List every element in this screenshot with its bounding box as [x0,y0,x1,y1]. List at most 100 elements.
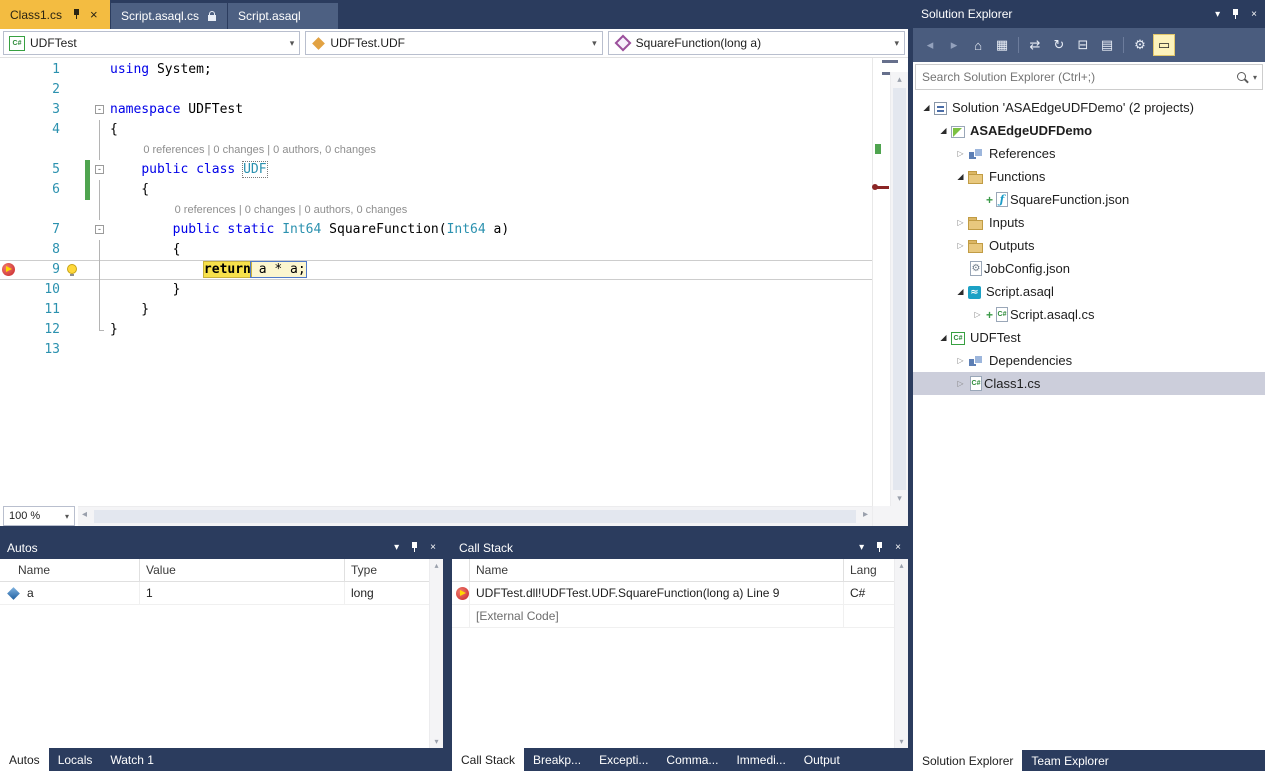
breakpoint-margin[interactable] [0,60,18,80]
tab-call-stack[interactable]: Call Stack [452,748,524,771]
tree-item-script-asaql-cs[interactable]: ▷+C#Script.asaql.cs [913,303,1265,326]
code-line[interactable]: 13 [0,340,872,360]
sync-with-active-document-icon[interactable]: ⇄ [1024,34,1046,56]
document-tab-script-asaql-cs[interactable]: Script.asaql.cs [111,3,227,29]
cell-value[interactable]: 1 [140,582,345,604]
tree-item-inputs[interactable]: ▷Inputs [913,211,1265,234]
type-dropdown[interactable]: UDFTest.UDF ▾ [305,31,602,55]
expanded-arrow-icon[interactable]: ◢ [936,126,951,135]
outline-margin[interactable] [92,180,108,200]
outline-margin[interactable] [92,260,108,280]
search-input[interactable] [916,70,1236,84]
breakpoint-margin[interactable] [0,80,18,100]
properties-icon[interactable]: ⚙ [1129,34,1151,56]
codelens-row[interactable]: 0 references | 0 changes | 0 authors, 0 … [0,200,872,220]
tab-output[interactable]: Output [795,748,849,771]
scrollbar-thumb[interactable] [94,510,856,523]
code-line[interactable]: 9 return a * a; [0,260,872,280]
outline-margin[interactable] [92,60,108,80]
tab-solution-explorer[interactable]: Solution Explorer [913,750,1022,771]
search-box[interactable]: ▾ [915,64,1263,90]
breakpoint-margin[interactable] [0,300,18,320]
tab-breakp-[interactable]: Breakp... [524,748,590,771]
close-icon[interactable]: × [1251,9,1257,20]
chevron-down-icon[interactable]: ▾ [286,38,295,49]
pin-icon[interactable] [875,542,884,553]
scroll-up-arrow[interactable]: ▴ [891,74,908,85]
code-line[interactable]: 7- public static Int64 SquareFunction(In… [0,220,872,240]
column-header-name[interactable]: Name [470,559,844,581]
show-all-files-icon[interactable]: ▤ [1096,34,1118,56]
scroll-right-arrow[interactable]: ▸ [863,509,868,520]
breakpoint-margin[interactable] [0,220,18,240]
breakpoint-margin[interactable] [0,340,18,360]
scroll-down-arrow[interactable]: ▾ [895,737,908,746]
tree-item-squarefunction-json[interactable]: +ƒSquareFunction.json [913,188,1265,211]
breakpoint-margin[interactable] [0,100,18,120]
outline-margin[interactable] [92,140,108,160]
outline-margin[interactable] [92,300,108,320]
refresh-icon[interactable]: ↻ [1048,34,1070,56]
tab-comma-[interactable]: Comma... [657,748,727,771]
column-header-name[interactable]: Name [0,559,140,581]
breakpoint-margin[interactable] [0,140,18,160]
search-icon[interactable] [1236,71,1249,84]
tree-item-functions[interactable]: ◢Functions [913,165,1265,188]
collapse-all-icon[interactable]: ⊟ [1072,34,1094,56]
callstack-frame[interactable]: UDFTest.dll!UDFTest.UDF.SquareFunction(l… [452,582,908,605]
pin-icon[interactable] [1231,9,1240,20]
tree-item-references[interactable]: ▷References [913,142,1265,165]
breakpoint-margin[interactable] [0,180,18,200]
scroll-up-arrow[interactable]: ▴ [895,561,908,570]
code-line[interactable]: 11 } [0,300,872,320]
code-line[interactable]: 10 } [0,280,872,300]
collapse-box-icon[interactable]: - [95,165,104,174]
collapsed-arrow-icon[interactable]: ▷ [953,149,968,158]
pin-icon[interactable] [410,542,419,553]
outline-margin[interactable] [92,120,108,140]
code-line[interactable]: 12} [0,320,872,340]
outline-margin[interactable] [92,80,108,100]
tree-item-solution-asaedgeudfdemo-2-projects-[interactable]: ◢Solution 'ASAEdgeUDFDemo' (2 projects) [913,96,1265,119]
code-lines[interactable]: 1using System;23-namespace UDFTest4{ 0 re… [0,58,872,506]
code-line[interactable]: 3-namespace UDFTest [0,100,872,120]
code-line[interactable]: 2 [0,80,872,100]
switch-views-icon[interactable]: ▦ [991,34,1013,56]
scroll-down-arrow[interactable]: ▾ [891,493,908,504]
expanded-arrow-icon[interactable]: ◢ [936,333,951,342]
breakpoint-margin[interactable] [0,320,18,340]
collapsed-arrow-icon[interactable]: ▷ [953,379,968,388]
expanded-arrow-icon[interactable]: ◢ [953,172,968,181]
chevron-down-icon[interactable]: ▾ [65,512,69,521]
scroll-down-arrow[interactable]: ▾ [430,737,443,746]
tab-locals[interactable]: Locals [49,748,102,771]
collapsed-arrow-icon[interactable]: ▷ [953,218,968,227]
autos-row[interactable]: a1long [0,582,443,605]
pin-icon[interactable] [72,9,81,20]
collapsed-arrow-icon[interactable]: ▷ [970,310,985,319]
forward-icon[interactable]: ▸ [943,34,965,56]
member-dropdown[interactable]: SquareFunction(long a) ▾ [608,31,905,55]
outline-margin[interactable] [92,200,108,220]
horizontal-scrollbar[interactable]: ◂ ▸ [78,506,872,526]
collapsed-arrow-icon[interactable]: ▷ [953,356,968,365]
breakpoint-margin[interactable] [0,240,18,260]
document-tab-class1-cs[interactable]: Class1.cs× [0,0,110,29]
code-line[interactable]: 4{ [0,120,872,140]
tree-item-jobconfig-json[interactable]: ⚙JobConfig.json [913,257,1265,280]
breakpoint-margin[interactable] [0,160,18,180]
outline-margin[interactable] [92,240,108,260]
column-header-type[interactable]: Type [345,559,430,581]
scrollbar-thumb[interactable] [893,88,906,490]
collapse-box-icon[interactable]: - [95,225,104,234]
project-dropdown[interactable]: C# UDFTest ▾ [3,31,300,55]
breakpoint-margin[interactable] [0,260,18,280]
tree-item-dependencies[interactable]: ▷Dependencies [913,349,1265,372]
callstack-scrollbar[interactable]: ▴ ▾ [894,559,908,748]
code-editor[interactable]: 1using System;23-namespace UDFTest4{ 0 re… [0,58,908,506]
code-line[interactable]: 1using System; [0,60,872,80]
code-line[interactable]: 8 { [0,240,872,260]
chevron-down-icon[interactable]: ▾ [859,542,864,553]
tab-excepti-[interactable]: Excepti... [590,748,657,771]
collapse-box-icon[interactable]: - [95,105,104,114]
